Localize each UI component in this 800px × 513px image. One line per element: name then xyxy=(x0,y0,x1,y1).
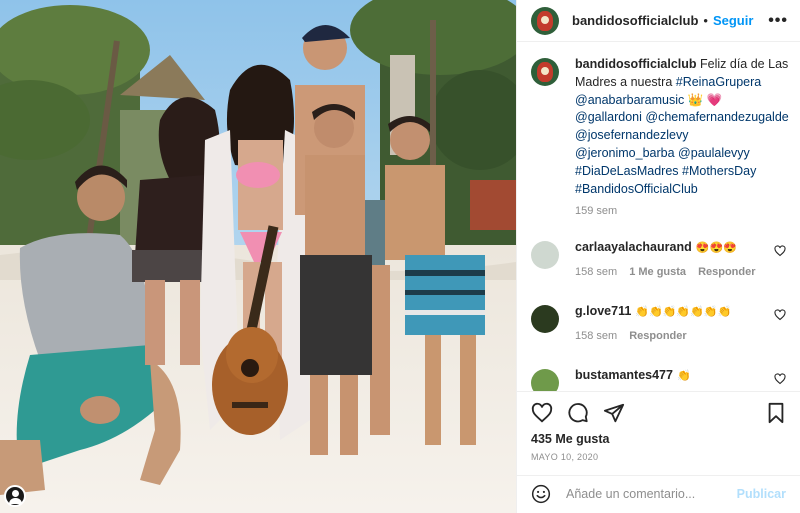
post-caption: bandidosofficialclub Feliz día de Las Ma… xyxy=(531,56,789,217)
commenter-username[interactable]: g.love711 xyxy=(575,304,631,318)
post-header: bandidosofficialclub • Seguir ••• xyxy=(517,0,800,42)
caption-meta: 159 sem xyxy=(575,205,789,217)
comment-list: carlaayalachaurand 😍😍😍 158 sem 1 Me gusta Re… xyxy=(531,239,786,391)
commenter-avatar[interactable] xyxy=(531,305,559,334)
commenter-avatar[interactable] xyxy=(531,369,559,391)
comment-line: bustamantes477 👏 xyxy=(575,367,699,385)
caption-link[interactable]: @jeronimo_barba xyxy=(575,146,675,160)
caption-link[interactable]: #ReinaGrupera xyxy=(676,75,761,89)
comment-meta: 158 sem 1 Me gusta Responder xyxy=(575,264,768,281)
caption-avatar[interactable] xyxy=(531,58,559,86)
comment-text: 👏👏👏👏👏👏👏 xyxy=(635,306,732,319)
comment-line: carlaayalachaurand 😍😍😍 xyxy=(575,239,768,257)
account-icon[interactable] xyxy=(4,485,26,507)
comment-heart-icon[interactable] xyxy=(774,309,786,321)
caption-link[interactable]: @josefernandezlevy xyxy=(575,128,688,142)
author-username[interactable]: bandidosofficialclub xyxy=(572,13,698,28)
comment-row: bustamantes477👏159 semResponder xyxy=(531,367,786,391)
add-comment-bar: Publicar xyxy=(517,476,800,512)
caption-text: bandidosofficialclub Feliz día de Las Ma… xyxy=(575,56,789,198)
caption-link[interactable]: #DiaDeLasMadres xyxy=(575,164,679,178)
caption-link[interactable]: @gallardoni xyxy=(575,110,642,124)
comments-section[interactable]: bandidosofficialclub Feliz día de Las Ma… xyxy=(517,42,800,392)
beach-family-photo xyxy=(0,0,516,513)
caption-link[interactable]: @chemafernandezugalde xyxy=(645,110,788,124)
publish-button[interactable]: Publicar xyxy=(737,487,786,501)
comment-body: g.love711 👏👏👏👏👏👏👏 158 sem Responder xyxy=(575,303,731,345)
caption-link[interactable]: #BandidosOfficialClub xyxy=(575,182,698,196)
heart-icon[interactable] xyxy=(531,402,553,424)
post-photo[interactable] xyxy=(0,0,516,513)
header-separator: • xyxy=(703,13,708,28)
like-count[interactable]: 435 Me gusta xyxy=(531,432,786,446)
more-options-icon[interactable]: ••• xyxy=(768,12,788,30)
comment-line: g.love711 👏👏👏👏👏👏👏 xyxy=(575,303,731,321)
commenter-username[interactable]: carlaayalachaurand xyxy=(575,240,692,254)
post-date[interactable]: MAYO 10, 2020 xyxy=(531,452,786,462)
comment-text: 👏 xyxy=(676,370,691,383)
post-sidebar: bandidosofficialclub • Seguir ••• bandid… xyxy=(516,0,800,513)
post-actions: 435 Me gusta MAYO 10, 2020 xyxy=(517,392,800,476)
comment-row: carlaayalachaurand 😍😍😍 158 sem 1 Me gusta Re… xyxy=(531,239,786,281)
caption-link[interactable]: @anabarbaramusic xyxy=(575,93,684,107)
caption-link[interactable]: #MothersDay xyxy=(682,164,756,178)
comment-input[interactable] xyxy=(566,487,737,501)
follow-button[interactable]: Seguir xyxy=(713,13,753,28)
comment-reply[interactable]: Responder xyxy=(629,330,686,342)
emoji-icon[interactable] xyxy=(531,484,551,504)
caption-link[interactable]: @paulalevyy xyxy=(678,146,750,160)
comment-row: g.love711 👏👏👏👏👏👏👏 158 sem Responder xyxy=(531,303,786,345)
action-icons xyxy=(531,398,786,428)
commenter-username[interactable]: bustamantes477 xyxy=(575,368,673,382)
commenter-avatar[interactable] xyxy=(531,241,559,270)
author-avatar[interactable] xyxy=(531,6,559,35)
comment-icon[interactable] xyxy=(567,402,589,424)
share-icon[interactable] xyxy=(603,402,625,424)
caption-username[interactable]: bandidosofficialclub xyxy=(575,57,697,71)
comment-heart-icon[interactable] xyxy=(774,373,786,385)
caption-segment: 👑 💗 xyxy=(684,92,723,107)
comment-time[interactable]: 158 sem xyxy=(575,330,617,342)
comment-body: carlaayalachaurand 😍😍😍 158 sem 1 Me gusta Re… xyxy=(575,239,768,281)
comment-reply[interactable]: Responder xyxy=(698,266,755,278)
caption-time[interactable]: 159 sem xyxy=(575,205,617,217)
comment-likes[interactable]: 1 Me gusta xyxy=(629,266,686,278)
comment-meta: 158 sem Responder xyxy=(575,328,731,345)
comment-body: bustamantes477👏159 semResponder xyxy=(575,367,699,391)
comment-heart-icon[interactable] xyxy=(774,245,786,257)
comment-time[interactable]: 158 sem xyxy=(575,266,617,278)
bookmark-icon[interactable] xyxy=(766,402,786,424)
comment-text: 😍😍😍 xyxy=(695,242,737,255)
